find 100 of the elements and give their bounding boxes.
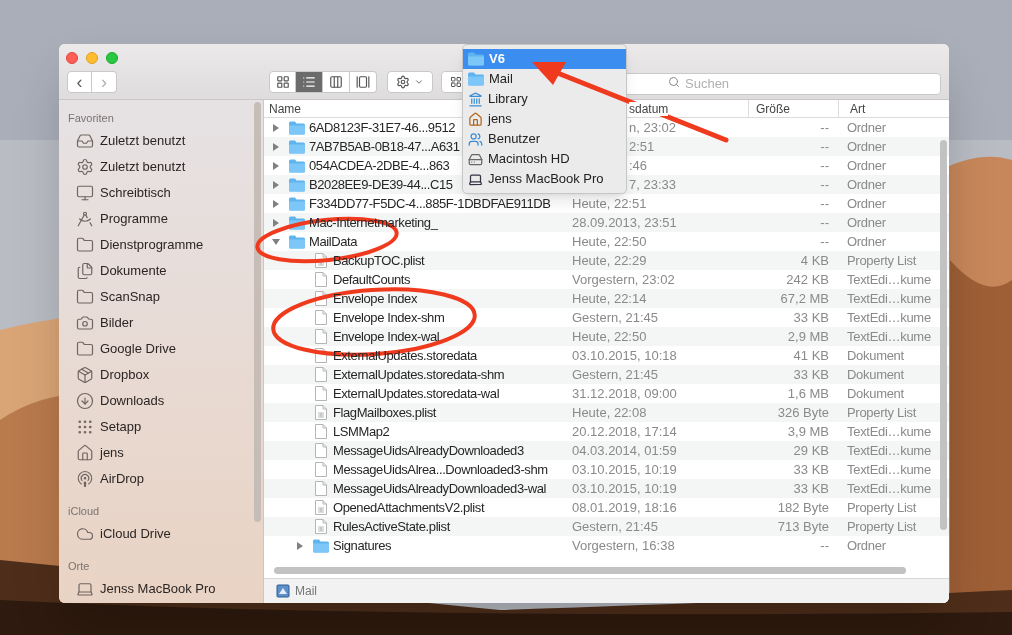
sidebar-item[interactable]: iCloud Drive [59, 521, 263, 547]
folder-icon [289, 177, 305, 192]
file-type: Ordner [847, 537, 886, 553]
laptop-icon [468, 171, 483, 187]
sidebar-item[interactable]: Dienstprogramme [59, 232, 263, 258]
date-modified: 04.03.2014, 01:59 [572, 442, 677, 458]
file-type: Ordner [847, 138, 886, 154]
date-modified: 03.10.2015, 10:19 [572, 461, 677, 477]
house-icon [468, 111, 483, 127]
sidebar-item[interactable]: Schreibtisch [59, 180, 263, 206]
file-type: Dokument [847, 347, 904, 363]
view-mode-button[interactable] [350, 71, 377, 93]
file-size: -- [820, 157, 829, 173]
file-name: B2028EE9-DE39-44...C15 [309, 175, 453, 194]
folder-icon [289, 158, 305, 173]
download-icon [76, 392, 94, 410]
sidebar-item[interactable]: Bilder [59, 310, 263, 336]
gallery-view-icon [356, 75, 370, 89]
table-document-icon [315, 519, 327, 534]
view-mode-button[interactable] [269, 71, 296, 93]
disclosure-triangle-icon[interactable] [271, 179, 281, 190]
file-name: BackupTOC.plist [333, 251, 425, 270]
file-size: -- [820, 233, 829, 249]
column-header[interactable]: sdatum [629, 101, 669, 116]
file-row[interactable]: ExternalUpdates.storedata-shm Gestern, 21:45 33 KB Dokument [264, 365, 949, 384]
compass-icon [76, 210, 94, 228]
sidebar-item[interactable]: Dokumente [59, 258, 263, 284]
column-header[interactable]: Größe [756, 101, 790, 116]
column-header[interactable]: Name [269, 101, 301, 116]
sidebar-item[interactable]: Zuletzt benutzt [59, 128, 263, 154]
file-name: F334DD77-F5DC-4...885F-1DBDFAE911DB [309, 194, 551, 213]
sidebar-item[interactable]: Google Drive [59, 336, 263, 362]
file-name: DefaultCounts [333, 270, 411, 289]
date-modified: 7, 23:33 [629, 176, 676, 192]
disclosure-triangle-icon[interactable] [271, 141, 281, 152]
list-view-icon [302, 75, 316, 89]
document-icon [315, 310, 327, 325]
file-name: Envelope Index-wal [333, 327, 440, 346]
menu-item[interactable]: jens [463, 109, 626, 129]
file-name: MessageUidsAlreadyDownloaded3 [333, 441, 524, 460]
file-row[interactable]: Envelope Index Heute, 22:14 67,2 MB TextEdi…kume [264, 289, 949, 308]
sidebar-item[interactable]: Jenss MacBook Pro [59, 576, 263, 602]
sidebar-item[interactable]: Downloads [59, 388, 263, 414]
folder-icon [76, 288, 94, 306]
date-modified: n, 23:02 [629, 119, 676, 135]
date-modified: 31.12.2018, 09:00 [572, 385, 677, 401]
sidebar-item[interactable]: ScanSnap [59, 284, 263, 310]
file-name: ExternalUpdates.storedata-wal [333, 384, 500, 403]
disclosure-triangle-icon[interactable] [271, 198, 281, 209]
date-modified: 03.10.2015, 10:18 [572, 347, 677, 363]
sidebar-item[interactable]: AirDrop [59, 466, 263, 492]
date-modified: Vorgestern, 23:02 [572, 271, 675, 287]
file-row[interactable]: RulesActiveState.plist Gestern, 21:45 713 Byte Property List [264, 517, 949, 536]
disclosure-triangle-icon[interactable] [271, 160, 281, 171]
document-icon [315, 348, 327, 363]
file-name: MessageUidsAlreadyDownloaded3-wal [333, 479, 546, 498]
file-row[interactable]: MessageUidsAlreadyDownloaded3 04.03.2014, 01:59 29 KB TextEdi…kume [264, 441, 949, 460]
folder-icon [289, 139, 305, 154]
zoom-button[interactable] [106, 52, 118, 64]
sidebar-item[interactable]: Dropbox [59, 362, 263, 388]
disclosure-triangle-icon[interactable] [271, 236, 281, 247]
menu-item[interactable]: Benutzer [463, 129, 626, 149]
sidebar-item[interactable]: jens [59, 440, 263, 466]
columns-view-icon [329, 75, 343, 89]
sidebar-heading: Favoriten [67, 111, 115, 125]
menu-item[interactable]: Macintosh HD [463, 149, 626, 169]
date-modified: 03.10.2015, 10:19 [572, 480, 677, 496]
file-type: TextEdi…kume [847, 480, 931, 496]
menu-item[interactable]: Jenss MacBook Pro [463, 169, 626, 189]
monitor-icon [76, 184, 94, 202]
file-row[interactable]: BackupTOC.plist Heute, 22:29 4 KB Property List [264, 251, 949, 270]
disclosure-triangle-icon[interactable] [295, 540, 305, 551]
sidebar-item[interactable]: Zuletzt benutzt [59, 154, 263, 180]
close-button[interactable] [66, 52, 78, 64]
file-type: Ordner [847, 233, 886, 249]
document-icon [315, 329, 327, 344]
file-size: 29 KB [793, 442, 829, 458]
path-label: Mail [295, 583, 317, 600]
view-mode-button[interactable] [323, 71, 350, 93]
file-row[interactable]: Envelope Index-wal Heute, 22:50 2,9 MB TextEdi…kume [264, 327, 949, 346]
disclosure-triangle-icon[interactable] [271, 217, 281, 228]
sidebar-item[interactable]: Programme [59, 206, 263, 232]
users-icon [468, 131, 483, 147]
column-header[interactable]: Art [850, 101, 866, 116]
file-size: 3,9 MB [787, 423, 829, 439]
disclosure-triangle-icon[interactable] [271, 122, 281, 133]
file-type: Ordner [847, 214, 886, 230]
hard-drive-icon [468, 151, 483, 167]
file-row[interactable]: MessageUidsAlreadyDownloaded3-wal 03.10.2015, 10:19 33 KB TextEdi…kume [264, 479, 949, 498]
sidebar-heading: Orte [67, 559, 91, 573]
view-mode-button[interactable] [296, 71, 323, 93]
file-size: 33 KB [793, 480, 829, 496]
file-type: Property List [847, 499, 917, 515]
folder-icon [468, 72, 484, 86]
folder-icon [76, 340, 94, 358]
action-menu-button[interactable] [387, 71, 433, 93]
back-button[interactable]: ‹ [67, 71, 92, 93]
sidebar-item[interactable]: Setapp [59, 414, 263, 440]
date-modified: Gestern, 21:45 [572, 366, 658, 382]
file-row[interactable]: FlagMailboxes.plist Heute, 22:08 326 Byte Property List [264, 403, 949, 422]
